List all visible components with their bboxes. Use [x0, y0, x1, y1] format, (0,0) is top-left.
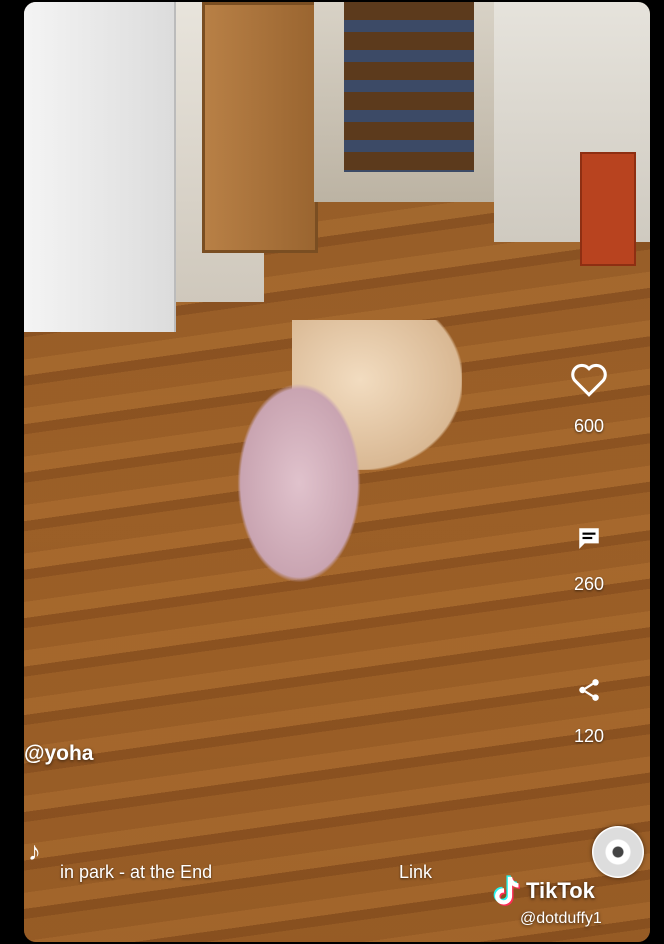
like-action[interactable]: 600 — [569, 360, 609, 437]
link-text[interactable]: Link — [399, 862, 432, 883]
share-count: 120 — [573, 726, 605, 746]
music-disc-icon[interactable] — [592, 826, 644, 878]
like-count: 600 — [573, 416, 605, 436]
tiktok-logo-icon — [493, 875, 520, 906]
video-scene-box — [580, 152, 636, 266]
creator-username[interactable]: @yoha — [24, 742, 94, 766]
comment-icon[interactable] — [569, 518, 609, 558]
heart-icon[interactable] — [569, 360, 609, 400]
tiktok-brand-text: TikTok — [526, 878, 595, 903]
share-icon[interactable] — [569, 670, 609, 710]
sound-title[interactable]: in park - at the End — [60, 862, 212, 883]
comment-count: 260 — [573, 574, 605, 594]
tiktok-watermark: TikTok — [488, 874, 595, 908]
video-scene-door — [202, 2, 318, 253]
video-scene-cat — [224, 384, 374, 604]
video-scene-fridge — [24, 2, 176, 332]
comment-action[interactable]: 260 — [569, 518, 609, 595]
video-scene-stairs — [344, 2, 474, 172]
share-action[interactable]: 120 — [569, 670, 609, 747]
watermark-handle: @dotduffy1 — [520, 910, 602, 927]
music-note-icon: ♪ — [28, 836, 41, 866]
video-player[interactable]: 600 260 120 @yoha ♪ in park - at the End — [24, 2, 650, 942]
